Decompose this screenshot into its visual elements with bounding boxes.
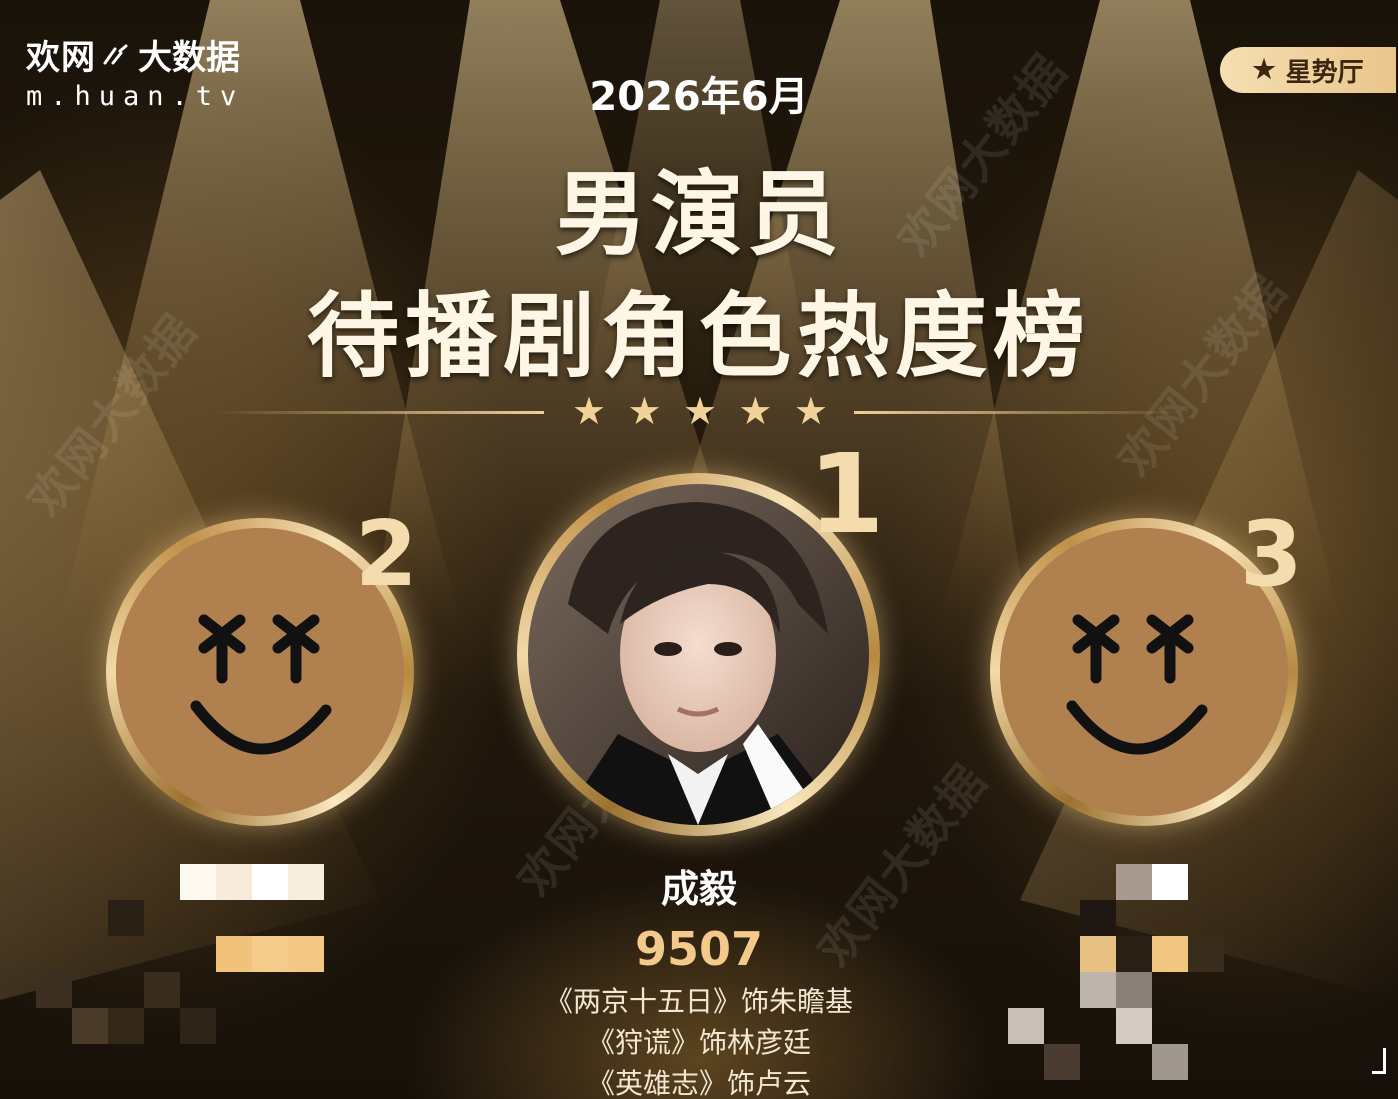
star-icon: ★ (572, 389, 607, 433)
corner-mark (1372, 1048, 1386, 1074)
ranking-poster: 欢网大数据 欢网大数据 欢网大数据 欢网大数据 欢网大数据 欢网 大数据 m.h… (0, 0, 1398, 1099)
ranking-date: 2026年6月 (589, 74, 809, 120)
redacted-info-rank-2 (0, 860, 400, 1099)
star-icon: ★ (793, 389, 828, 433)
title-line-2: 待播剧角色热度榜 (306, 283, 1091, 390)
rank-number-1: 1 (808, 430, 885, 558)
rating-stars: ★ ★ ★ ★ ★ (572, 390, 828, 432)
divider-left (212, 411, 544, 414)
redacted-info-rank-3 (1000, 860, 1398, 1099)
divider-right (854, 411, 1186, 414)
rank-number-3: 3 (1240, 502, 1303, 607)
title-line-1: 男演员 (554, 161, 843, 268)
logo-mark-icon (103, 44, 128, 64)
star-icon: ★ (738, 389, 773, 433)
rank-number-2: 2 (355, 502, 418, 607)
star-icon: ★ (682, 389, 718, 433)
star-icon: ★ (627, 389, 662, 433)
